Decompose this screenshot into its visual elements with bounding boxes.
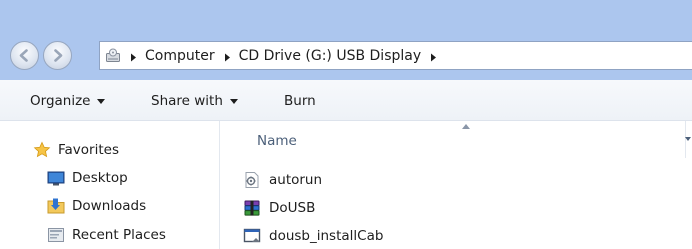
- sidebar-item-label: Desktop: [72, 170, 128, 186]
- burn-label: Burn: [284, 93, 316, 109]
- organize-label: Organize: [30, 93, 91, 109]
- forward-arrow-icon: [54, 49, 63, 62]
- file-name: dousb_installCab: [269, 228, 384, 244]
- breadcrumb-chevron-icon[interactable]: [224, 51, 231, 62]
- command-bar: Organize Share with Burn: [0, 80, 692, 121]
- burn-button[interactable]: Burn: [284, 93, 316, 109]
- sidebar-item-label: Recent Places: [72, 227, 166, 243]
- share-with-label: Share with: [151, 93, 223, 109]
- desktop-icon: [47, 169, 65, 187]
- cd-drive-icon: [105, 48, 121, 64]
- sidebar-item-recent-places[interactable]: Recent Places: [47, 226, 166, 244]
- installer-icon: [243, 227, 261, 245]
- forward-button[interactable]: [43, 41, 72, 70]
- breadcrumb-computer[interactable]: Computer: [145, 48, 215, 64]
- breadcrumb-chevron-icon[interactable]: [430, 51, 437, 62]
- downloads-folder-icon: [47, 197, 65, 215]
- sidebar-item-label: Downloads: [72, 198, 147, 214]
- organize-menu-button[interactable]: Organize: [30, 93, 106, 109]
- column-header-name[interactable]: Name: [257, 133, 297, 149]
- address-bar[interactable]: Computer CD Drive (G:) USB Display: [99, 41, 692, 70]
- recent-places-icon: [47, 226, 65, 244]
- explorer-window: Computer CD Drive (G:) USB Display Organ…: [0, 0, 692, 249]
- file-row-dousb[interactable]: DoUSB: [243, 199, 315, 217]
- settings-file-icon: [243, 171, 261, 189]
- archive-icon: [243, 199, 261, 217]
- star-icon: [33, 141, 51, 159]
- window-chrome: Computer CD Drive (G:) USB Display: [0, 0, 692, 80]
- share-with-menu-button[interactable]: Share with: [151, 93, 238, 109]
- chevron-down-icon: [229, 98, 238, 104]
- sort-ascending-icon: [462, 124, 470, 129]
- file-list-header: Name: [220, 121, 692, 158]
- sidebar-item-desktop[interactable]: Desktop: [47, 169, 128, 187]
- back-arrow-icon: [19, 49, 28, 62]
- file-row-dousb-installcab[interactable]: dousb_installCab: [243, 227, 383, 245]
- sidebar-item-downloads[interactable]: Downloads: [47, 197, 146, 215]
- sidebar-item-label: Favorites: [58, 142, 119, 158]
- breadcrumb-cd-drive[interactable]: CD Drive (G:) USB Display: [239, 48, 422, 64]
- chevron-down-icon: [97, 98, 106, 104]
- back-button[interactable]: [10, 41, 39, 70]
- column-filter-icon[interactable]: [685, 137, 691, 141]
- breadcrumb-chevron-icon[interactable]: [130, 51, 137, 62]
- file-name: autorun: [269, 172, 323, 188]
- file-name: DoUSB: [269, 200, 316, 216]
- file-row-autorun[interactable]: autorun: [243, 171, 322, 189]
- sidebar-item-favorites[interactable]: Favorites: [33, 141, 119, 159]
